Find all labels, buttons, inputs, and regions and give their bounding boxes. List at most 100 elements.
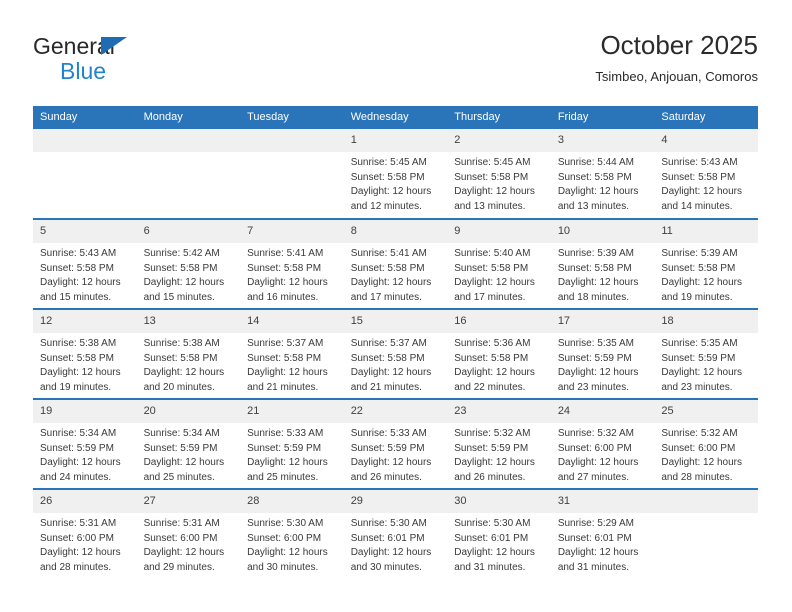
calendar-day-cell[interactable]: 9 Sunrise: 5:40 AM Sunset: 5:58 PM Daylight… xyxy=(447,218,551,309)
sunrise-text: Sunrise: 5:41 AM xyxy=(247,248,324,259)
daylight-text: Daylight: 12 hours and 21 minutes. xyxy=(350,367,432,393)
calendar-day-cell[interactable]: 10 Sunrise: 5:39 AM Sunset: 5:58 PM Dayligh… xyxy=(550,218,655,309)
calendar-day-cell[interactable]: 2 Sunrise: 5:45 AM Sunset: 5:58 PM Daylight… xyxy=(447,129,551,219)
day-number: 13 xyxy=(136,310,241,333)
day-sun-info: Sunrise: 5:45 AM Sunset: 5:58 PM Daylight:… xyxy=(344,152,448,214)
day-number: 6 xyxy=(136,220,241,243)
calendar-day-cell[interactable]: 16 Sunrise: 5:36 AM Sunset: 5:58 PM Dayligh… xyxy=(447,308,551,399)
daylight-text: Daylight: 12 hours and 13 minutes. xyxy=(454,186,535,212)
calendar-day-cell[interactable]: 19 Sunrise: 5:34 AM Sunset: 5:59 PM Dayligh… xyxy=(33,398,137,489)
sunset-text: Sunset: 5:58 PM xyxy=(661,262,736,274)
day-sun-info: Sunrise: 5:33 AM Sunset: 5:59 PM Daylight:… xyxy=(344,423,448,485)
sunset-text: Sunset: 5:58 PM xyxy=(143,262,218,274)
sunrise-text: Sunrise: 5:31 AM xyxy=(143,518,220,529)
day-number: 15 xyxy=(343,310,448,333)
calendar-day-cell-empty xyxy=(654,488,758,579)
sunrise-text: Sunrise: 5:35 AM xyxy=(661,338,738,349)
sunrise-text: Sunrise: 5:44 AM xyxy=(557,157,634,168)
sunset-text: Sunset: 5:58 PM xyxy=(40,262,114,274)
calendar-body: 1 Sunrise: 5:45 AM Sunset: 5:58 PM Daylight… xyxy=(33,129,758,579)
sunset-text: Sunset: 6:00 PM xyxy=(143,532,218,544)
sunrise-text: Sunrise: 5:34 AM xyxy=(143,428,220,439)
day-sun-info: Sunrise: 5:43 AM Sunset: 5:58 PM Daylight:… xyxy=(654,152,758,214)
day-number: 25 xyxy=(654,400,758,423)
daylight-text: Daylight: 12 hours and 21 minutes. xyxy=(247,367,328,393)
calendar-day-cell[interactable]: 3 Sunrise: 5:44 AM Sunset: 5:58 PM Daylight… xyxy=(550,129,655,219)
calendar-day-cell[interactable]: 24 Sunrise: 5:32 AM Sunset: 6:00 PM Dayligh… xyxy=(550,398,655,489)
calendar-day-cell[interactable]: 20 Sunrise: 5:34 AM Sunset: 5:59 PM Dayligh… xyxy=(136,398,241,489)
weekday-header-tuesday: Tuesday xyxy=(240,106,344,129)
sunrise-text: Sunrise: 5:30 AM xyxy=(454,518,531,529)
calendar-day-cell[interactable]: 26 Sunrise: 5:31 AM Sunset: 6:00 PM Dayligh… xyxy=(33,488,137,579)
day-number: 27 xyxy=(136,490,241,513)
daylight-text: Daylight: 12 hours and 17 minutes. xyxy=(454,277,535,303)
daylight-text: Daylight: 12 hours and 22 minutes. xyxy=(454,367,535,393)
calendar-day-cell[interactable]: 30 Sunrise: 5:30 AM Sunset: 6:01 PM Dayligh… xyxy=(447,488,551,579)
sunset-text: Sunset: 5:58 PM xyxy=(454,262,529,274)
sunrise-text: Sunrise: 5:35 AM xyxy=(557,338,634,349)
calendar-header-row: Sunday Monday Tuesday Wednesday Thursday… xyxy=(33,106,758,129)
sunrise-text: Sunrise: 5:40 AM xyxy=(454,248,531,259)
daylight-text: Daylight: 12 hours and 23 minutes. xyxy=(661,367,742,393)
day-sun-info: Sunrise: 5:41 AM Sunset: 5:58 PM Daylight:… xyxy=(240,243,344,305)
day-number: 9 xyxy=(447,220,551,243)
calendar-day-cell[interactable]: 14 Sunrise: 5:37 AM Sunset: 5:58 PM Dayligh… xyxy=(240,308,344,399)
general-blue-logo[interactable]: General Blue xyxy=(33,32,233,90)
calendar-day-cell[interactable]: 13 Sunrise: 5:38 AM Sunset: 5:58 PM Dayligh… xyxy=(136,308,241,399)
day-sun-info: Sunrise: 5:31 AM Sunset: 6:00 PM Daylight:… xyxy=(33,513,137,575)
sunset-text: Sunset: 5:58 PM xyxy=(143,352,218,364)
day-sun-info: Sunrise: 5:32 AM Sunset: 6:00 PM Daylight:… xyxy=(551,423,655,485)
calendar-week-row: 5 Sunrise: 5:43 AM Sunset: 5:58 PM Daylight… xyxy=(33,218,758,309)
calendar-day-cell[interactable]: 1 Sunrise: 5:45 AM Sunset: 5:58 PM Daylight… xyxy=(343,129,448,219)
sunset-text: Sunset: 5:58 PM xyxy=(454,352,529,364)
calendar-day-cell[interactable]: 23 Sunrise: 5:32 AM Sunset: 5:59 PM Dayligh… xyxy=(447,398,551,489)
day-sun-info: Sunrise: 5:30 AM Sunset: 6:01 PM Daylight:… xyxy=(447,513,551,575)
calendar-day-cell[interactable]: 21 Sunrise: 5:33 AM Sunset: 5:59 PM Dayligh… xyxy=(240,398,344,489)
calendar-day-cell[interactable]: 17 Sunrise: 5:35 AM Sunset: 5:59 PM Dayligh… xyxy=(550,308,655,399)
sunset-text: Sunset: 5:58 PM xyxy=(247,352,322,364)
day-sun-info: Sunrise: 5:43 AM Sunset: 5:58 PM Daylight:… xyxy=(33,243,137,305)
weekday-header-monday: Monday xyxy=(136,106,241,129)
day-number xyxy=(240,129,344,152)
day-sun-info: Sunrise: 5:37 AM Sunset: 5:58 PM Daylight:… xyxy=(344,333,448,395)
calendar-day-cell[interactable]: 5 Sunrise: 5:43 AM Sunset: 5:58 PM Daylight… xyxy=(33,218,137,309)
daylight-text: Daylight: 12 hours and 25 minutes. xyxy=(247,457,328,483)
day-number xyxy=(654,490,758,513)
calendar-day-cell[interactable]: 4 Sunrise: 5:43 AM Sunset: 5:58 PM Daylight… xyxy=(654,129,758,219)
sunset-text: Sunset: 5:58 PM xyxy=(661,171,736,183)
calendar-day-cell[interactable]: 12 Sunrise: 5:38 AM Sunset: 5:58 PM Dayligh… xyxy=(33,308,137,399)
sunset-text: Sunset: 5:59 PM xyxy=(454,442,529,454)
calendar-week-row: 12 Sunrise: 5:38 AM Sunset: 5:58 PM Dayligh… xyxy=(33,308,758,399)
daylight-text: Daylight: 12 hours and 15 minutes. xyxy=(143,277,225,303)
calendar-day-cell[interactable]: 6 Sunrise: 5:42 AM Sunset: 5:58 PM Daylight… xyxy=(136,218,241,309)
sunset-text: Sunset: 5:59 PM xyxy=(247,442,322,454)
calendar-day-cell[interactable]: 8 Sunrise: 5:41 AM Sunset: 5:58 PM Daylight… xyxy=(343,218,448,309)
daylight-text: Daylight: 12 hours and 13 minutes. xyxy=(557,186,639,212)
sunrise-text: Sunrise: 5:39 AM xyxy=(557,248,634,259)
calendar-day-cell[interactable]: 29 Sunrise: 5:30 AM Sunset: 6:01 PM Dayligh… xyxy=(343,488,448,579)
calendar-day-cell[interactable]: 31 Sunrise: 5:29 AM Sunset: 6:01 PM Dayligh… xyxy=(550,488,655,579)
calendar-day-cell[interactable]: 22 Sunrise: 5:33 AM Sunset: 5:59 PM Dayligh… xyxy=(343,398,448,489)
calendar-day-cell[interactable]: 11 Sunrise: 5:39 AM Sunset: 5:58 PM Dayligh… xyxy=(654,218,758,309)
sunset-text: Sunset: 5:58 PM xyxy=(40,352,114,364)
sunset-text: Sunset: 5:58 PM xyxy=(454,171,529,183)
day-sun-info: Sunrise: 5:45 AM Sunset: 5:58 PM Daylight:… xyxy=(447,152,551,214)
calendar-day-cell[interactable]: 28 Sunrise: 5:30 AM Sunset: 6:00 PM Dayligh… xyxy=(240,488,344,579)
calendar-day-cell[interactable]: 27 Sunrise: 5:31 AM Sunset: 6:00 PM Dayligh… xyxy=(136,488,241,579)
daylight-text: Daylight: 12 hours and 18 minutes. xyxy=(557,277,639,303)
day-sun-info: Sunrise: 5:31 AM Sunset: 6:00 PM Daylight:… xyxy=(137,513,241,575)
day-number: 18 xyxy=(654,310,758,333)
daylight-text: Daylight: 12 hours and 23 minutes. xyxy=(557,367,639,393)
calendar-day-cell[interactable]: 18 Sunrise: 5:35 AM Sunset: 5:59 PM Dayligh… xyxy=(654,308,758,399)
sunrise-text: Sunrise: 5:45 AM xyxy=(454,157,531,168)
calendar-day-cell[interactable]: 15 Sunrise: 5:37 AM Sunset: 5:58 PM Dayligh… xyxy=(343,308,448,399)
calendar-week-row: 19 Sunrise: 5:34 AM Sunset: 5:59 PM Dayligh… xyxy=(33,398,758,489)
weekday-header-friday: Friday xyxy=(550,106,655,129)
page-subtitle: Tsimbeo, Anjouan, Comoros xyxy=(595,69,758,84)
calendar-day-cell[interactable]: 7 Sunrise: 5:41 AM Sunset: 5:58 PM Daylight… xyxy=(240,218,344,309)
day-number: 12 xyxy=(33,310,137,333)
daylight-text: Daylight: 12 hours and 12 minutes. xyxy=(350,186,432,212)
sunset-text: Sunset: 5:58 PM xyxy=(247,262,322,274)
calendar-day-cell[interactable]: 25 Sunrise: 5:32 AM Sunset: 6:00 PM Dayligh… xyxy=(654,398,758,489)
sunrise-text: Sunrise: 5:30 AM xyxy=(247,518,324,529)
